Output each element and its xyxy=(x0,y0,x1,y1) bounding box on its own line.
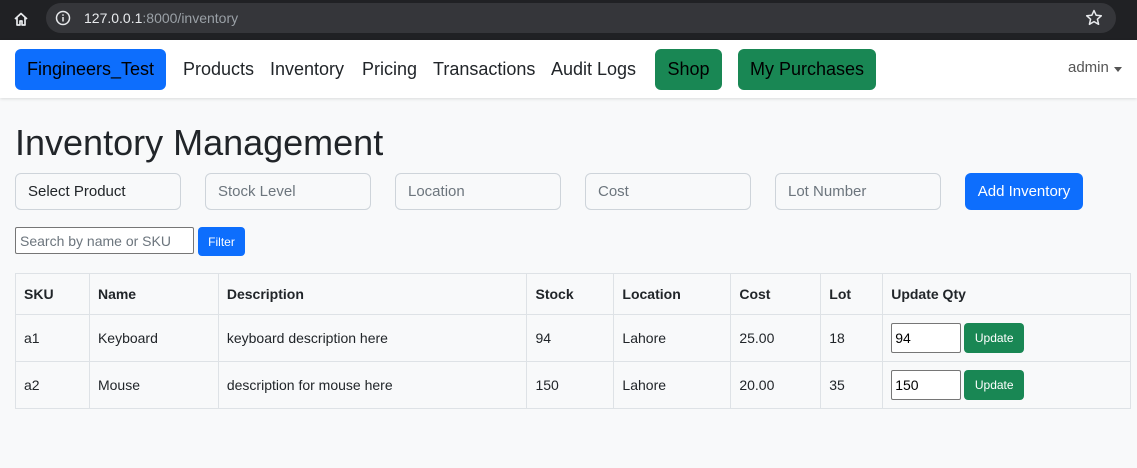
cell-description: keyboard description here xyxy=(217,314,528,362)
nav-products[interactable]: Products xyxy=(183,49,254,90)
header-name: Name xyxy=(88,273,219,315)
filter-button[interactable]: Filter xyxy=(198,227,245,256)
product-select[interactable]: Select Product xyxy=(15,173,181,210)
cell-stock: 94 xyxy=(526,314,615,362)
my-purchases-button[interactable]: My Purchases xyxy=(738,49,876,90)
browser-toolbar: 127.0.0.1:8000/inventory xyxy=(0,0,1137,40)
cell-lot: 35 xyxy=(820,361,884,409)
cell-stock: 150 xyxy=(526,361,615,409)
cell-location: Lahore xyxy=(613,314,732,362)
header-description: Description xyxy=(217,273,528,315)
chevron-down-icon[interactable] xyxy=(1114,67,1122,72)
cell-name: Mouse xyxy=(88,361,219,409)
cell-lot: 18 xyxy=(820,314,884,362)
shop-button[interactable]: Shop xyxy=(655,49,722,90)
cell-update-qty: Update xyxy=(882,361,1131,409)
qty-input[interactable] xyxy=(891,370,962,400)
header-location: Location xyxy=(613,273,732,315)
page-title: Inventory Management xyxy=(15,122,384,163)
update-button[interactable]: Update xyxy=(964,370,1025,400)
url-text: 127.0.0.1:8000/inventory xyxy=(84,10,238,26)
nav-transactions[interactable]: Transactions xyxy=(433,49,535,90)
home-icon[interactable] xyxy=(8,6,34,32)
qty-input[interactable] xyxy=(891,323,962,353)
nav-audit-logs[interactable]: Audit Logs xyxy=(551,49,636,90)
header-stock: Stock xyxy=(526,273,615,315)
brand-button[interactable]: Fingineers_Test xyxy=(15,49,166,90)
header-update-qty: Update Qty xyxy=(882,273,1131,315)
table-row: a1 Keyboard keyboard description here 94… xyxy=(15,314,1131,362)
bookmark-star-icon[interactable] xyxy=(1084,8,1104,28)
cost-input[interactable] xyxy=(585,173,751,210)
cell-sku: a2 xyxy=(15,361,90,409)
header-lot: Lot xyxy=(820,273,884,315)
url-path: :8000/inventory xyxy=(142,10,239,26)
cell-description: description for mouse here xyxy=(217,361,528,409)
header-cost: Cost xyxy=(730,273,822,315)
cell-update-qty: Update xyxy=(882,314,1131,362)
table-row: a2 Mouse description for mouse here 150 … xyxy=(15,361,1131,409)
inventory-table: SKU Name Description Stock Location Cost… xyxy=(15,273,1131,409)
cell-name: Keyboard xyxy=(88,314,219,362)
header-sku: SKU xyxy=(15,273,90,315)
cell-cost: 20.00 xyxy=(730,361,822,409)
address-bar[interactable]: 127.0.0.1:8000/inventory xyxy=(46,3,1116,33)
nav-inventory[interactable]: Inventory xyxy=(270,49,344,90)
top-navbar: Fingineers_Test Products Inventory Prici… xyxy=(0,40,1137,98)
site-info-icon[interactable] xyxy=(55,10,71,26)
lot-number-input[interactable] xyxy=(775,173,941,210)
cell-location: Lahore xyxy=(613,361,732,409)
nav-pricing[interactable]: Pricing xyxy=(362,49,417,90)
update-button[interactable]: Update xyxy=(964,323,1025,353)
search-input[interactable] xyxy=(15,227,194,254)
table-header-row: SKU Name Description Stock Location Cost… xyxy=(15,273,1131,315)
cell-sku: a1 xyxy=(15,314,90,362)
url-host: 127.0.0.1 xyxy=(84,10,143,26)
stock-level-input[interactable] xyxy=(205,173,371,210)
cell-cost: 25.00 xyxy=(730,314,822,362)
location-input[interactable] xyxy=(395,173,561,210)
add-inventory-button[interactable]: Add Inventory xyxy=(965,173,1083,210)
user-menu[interactable]: admin xyxy=(1068,59,1109,76)
